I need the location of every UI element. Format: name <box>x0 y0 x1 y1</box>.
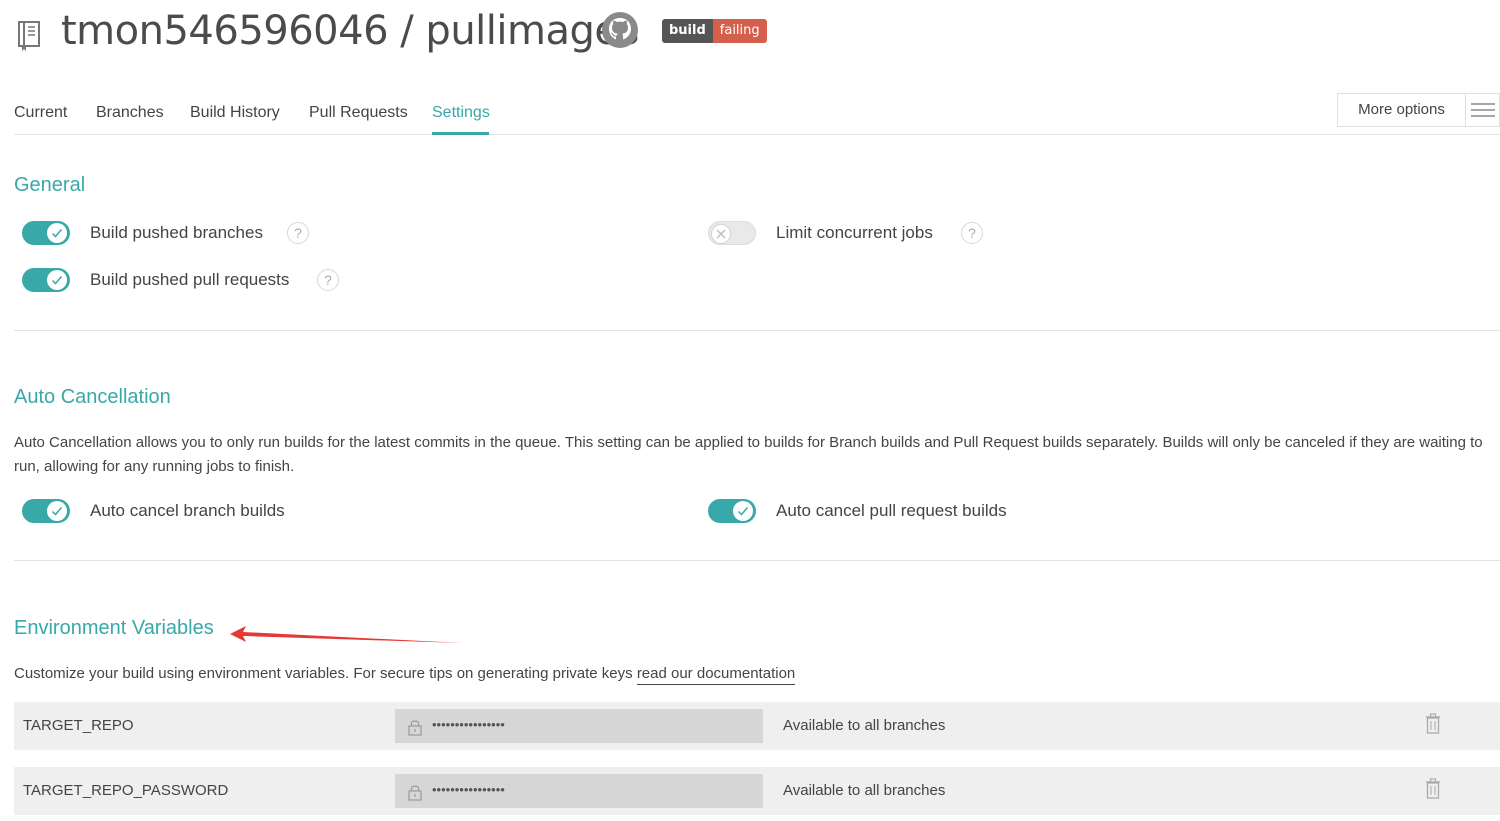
checkmark-icon <box>51 507 63 516</box>
auto-cancellation-description: Auto Cancellation allows you to only run… <box>14 434 1483 475</box>
auto-cancel-pull-request-builds-toggle[interactable] <box>708 499 756 523</box>
env-var-masked-value: •••••••••••••••• <box>432 717 505 732</box>
repo-icon <box>18 21 40 51</box>
toggle-knob <box>47 501 67 521</box>
auto-cancellation-section-title: Auto Cancellation <box>14 386 171 408</box>
checkmark-icon <box>737 507 749 516</box>
limit-concurrent-jobs-label: Limit concurrent jobs <box>776 223 933 242</box>
x-icon <box>716 229 726 239</box>
more-options-button[interactable]: More options <box>1337 93 1500 127</box>
documentation-link[interactable]: read our documentation <box>636 665 796 685</box>
tab-pull-requests[interactable]: Pull Requests <box>309 104 408 122</box>
lock-icon <box>408 785 422 801</box>
env-var-value-field[interactable]: •••••••••••••••• <box>395 709 763 743</box>
section-divider <box>14 560 1500 561</box>
env-var-masked-value: •••••••••••••••• <box>432 782 505 797</box>
limit-concurrent-jobs-toggle[interactable] <box>708 221 756 245</box>
checkmark-icon <box>51 276 63 285</box>
env-var-scope: Available to all branches <box>783 782 946 799</box>
toggle-knob <box>47 270 67 290</box>
lock-icon <box>408 720 422 736</box>
env-var-row: TARGET_REPO •••••••••••••••• Available t… <box>14 702 1500 750</box>
tab-branches[interactable]: Branches <box>96 104 164 122</box>
hamburger-icon[interactable] <box>1466 102 1499 118</box>
more-options-label: More options <box>1338 94 1466 126</box>
env-var-name: TARGET_REPO_PASSWORD <box>23 782 229 799</box>
build-pushed-branches-label: Build pushed branches <box>90 223 263 242</box>
help-icon[interactable]: ? <box>317 269 339 291</box>
environment-variables-description: Customize your build using environment v… <box>14 662 796 686</box>
help-icon[interactable]: ? <box>961 222 983 244</box>
env-description-text: Customize your build using environment v… <box>14 665 637 682</box>
tab-settings[interactable]: Settings <box>432 104 490 122</box>
repo-title: tmon546596046 / pullimages <box>61 8 639 54</box>
checkmark-icon <box>51 229 63 238</box>
build-pushed-branches-toggle[interactable] <box>22 221 70 245</box>
env-var-value-field[interactable]: •••••••••••••••• <box>395 774 763 808</box>
github-icon[interactable] <box>601 11 639 49</box>
environment-variables-section-title: Environment Variables <box>14 617 214 639</box>
toggle-knob <box>47 223 67 243</box>
auto-cancel-branch-builds-toggle[interactable] <box>22 499 70 523</box>
env-var-name: TARGET_REPO <box>23 717 134 734</box>
trash-icon[interactable] <box>1424 713 1442 735</box>
toggle-knob <box>711 224 731 244</box>
build-pushed-pull-requests-toggle[interactable] <box>22 268 70 292</box>
env-var-scope: Available to all branches <box>783 717 946 734</box>
build-status-badge[interactable]: build failing <box>662 19 767 43</box>
help-icon[interactable]: ? <box>287 222 309 244</box>
toggle-knob <box>733 501 753 521</box>
active-tab-indicator <box>432 132 489 135</box>
badge-label: build <box>662 19 713 43</box>
tab-build-history[interactable]: Build History <box>190 104 280 122</box>
auto-cancel-branch-builds-label: Auto cancel branch builds <box>90 501 285 520</box>
general-section-title: General <box>14 174 86 196</box>
tabs-divider <box>14 134 1500 135</box>
env-var-row: TARGET_REPO_PASSWORD •••••••••••••••• Av… <box>14 767 1500 815</box>
auto-cancel-pull-request-builds-label: Auto cancel pull request builds <box>776 501 1007 520</box>
badge-status: failing <box>712 19 767 43</box>
tab-current[interactable]: Current <box>14 104 67 122</box>
annotation-arrow <box>230 626 462 643</box>
section-divider <box>14 330 1500 331</box>
trash-icon[interactable] <box>1424 778 1442 800</box>
build-pushed-pull-requests-label: Build pushed pull requests <box>90 270 290 289</box>
